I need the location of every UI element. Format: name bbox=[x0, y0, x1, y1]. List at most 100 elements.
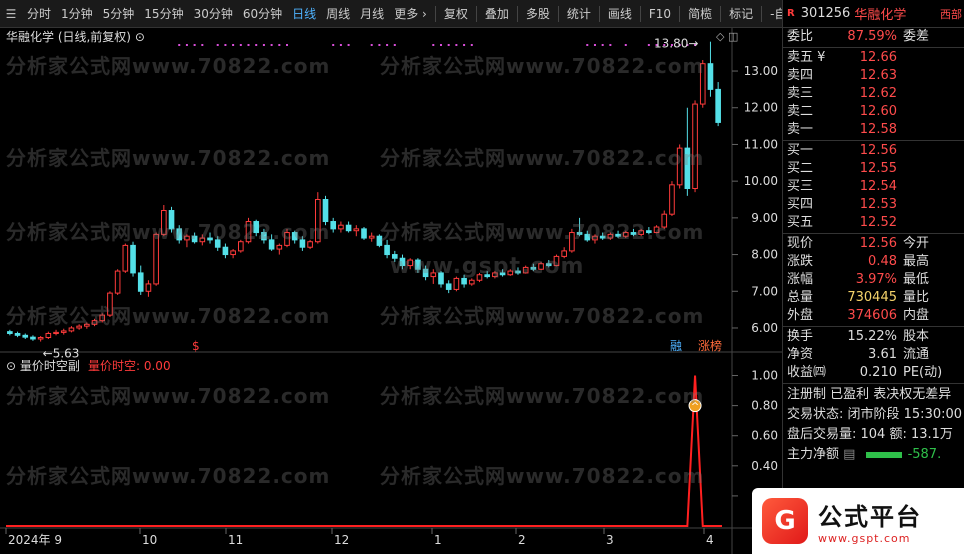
period-button[interactable]: 1分钟 bbox=[56, 0, 98, 28]
signal-dot bbox=[224, 44, 227, 46]
watermark: 分析家公式网www.70822.com bbox=[6, 384, 331, 408]
period-button[interactable]: 15分钟 bbox=[139, 0, 188, 28]
quote-label: 外盘 bbox=[787, 308, 814, 323]
quote-label-2: 最低 bbox=[903, 272, 930, 287]
quote-label-2: 最高 bbox=[903, 254, 930, 269]
brand-logo: G 公式平台 www.gspt.com bbox=[752, 488, 964, 554]
period-button[interactable]: 月线 bbox=[355, 0, 389, 28]
quote-label-2: 股本 bbox=[903, 329, 930, 344]
y-tick-label: 10.00 bbox=[744, 174, 778, 188]
toolbar-divider bbox=[761, 5, 763, 22]
period-button[interactable]: 5分钟 bbox=[98, 0, 140, 28]
quote-panel: R 301256 华融化学 西部 委比 87.59% 委差 卖五 ¥ 12.66 卖四 12… bbox=[782, 0, 964, 554]
signal-dot bbox=[378, 44, 381, 46]
quote-value: 12.54 bbox=[859, 179, 897, 194]
candle-body bbox=[60, 330, 67, 333]
menu-icon[interactable]: ☰ bbox=[0, 0, 22, 28]
period-button[interactable]: 分时 bbox=[22, 0, 56, 28]
quote-divider bbox=[783, 233, 964, 234]
signal-dot bbox=[386, 44, 389, 46]
quote-value: 12.55 bbox=[859, 161, 897, 176]
quote-value: 0.48 bbox=[868, 254, 897, 269]
multi-stock-button[interactable]: 多股 bbox=[521, 0, 555, 28]
x-tick-label: 10 bbox=[142, 533, 157, 547]
list-icon[interactable]: ▤ bbox=[839, 447, 860, 462]
mark-button[interactable]: 标记 bbox=[724, 0, 758, 28]
signal-dot bbox=[470, 44, 473, 46]
watermark: 分析家公式网www.70822.com bbox=[380, 220, 705, 244]
period-button[interactable]: 周线 bbox=[321, 0, 355, 28]
brief-button[interactable]: 简榄 bbox=[683, 0, 717, 28]
signal-dot bbox=[239, 44, 242, 46]
tag-financing: 融 bbox=[670, 339, 682, 353]
x-tick-label: 3 bbox=[606, 533, 614, 547]
quote-label: 净资 bbox=[787, 347, 814, 362]
f10-button[interactable]: F10 bbox=[644, 0, 676, 28]
quote-divider bbox=[783, 140, 964, 141]
period-button[interactable]: 60分钟 bbox=[238, 0, 287, 28]
watermark: 分析家公式网www.70822.com bbox=[380, 304, 705, 328]
quote-row: 总量 730445 量比 bbox=[783, 289, 964, 307]
signal-dot bbox=[432, 44, 435, 46]
quote-value: 12.66 bbox=[859, 50, 897, 65]
signal-dot bbox=[439, 44, 442, 46]
quote-header: R 301256 华融化学 西部 bbox=[783, 0, 964, 28]
quote-label-2: 量比 bbox=[903, 290, 930, 305]
signal-dot bbox=[339, 44, 342, 46]
watermark: 分析家公式网www.70822.com bbox=[6, 304, 331, 328]
sub-y-tick-label: 1.00 bbox=[751, 369, 778, 383]
quote-row: 买五 12.52 bbox=[783, 214, 964, 232]
quote-row: 现价 12.56 今开 bbox=[783, 235, 964, 253]
signal-dot bbox=[447, 44, 450, 46]
quote-value: 87.59% bbox=[847, 29, 897, 44]
signal-dot bbox=[270, 44, 273, 46]
signal-dot bbox=[278, 44, 281, 46]
y-tick-label: 11.00 bbox=[744, 137, 778, 151]
watermark: 分析家公式网www.70822.com bbox=[380, 464, 705, 488]
quote-value: 374606 bbox=[847, 308, 897, 323]
x-tick-label: 4 bbox=[706, 533, 714, 547]
quote-label: 卖四 bbox=[787, 68, 814, 83]
candle-body bbox=[330, 221, 337, 230]
quote-row: 买三 12.54 bbox=[783, 178, 964, 196]
adjust-button[interactable]: 复权 bbox=[439, 0, 473, 28]
x-tick-label: 2024年 9 bbox=[8, 533, 62, 547]
candle-body bbox=[145, 283, 152, 292]
signal-dot bbox=[193, 44, 196, 46]
signal-dot bbox=[255, 44, 258, 46]
quote-label: 涨幅 bbox=[787, 272, 814, 287]
candle-body bbox=[30, 336, 36, 340]
brand-logo-icon: G bbox=[762, 498, 808, 544]
quote-row: 涨幅 3.97% 最低 bbox=[783, 271, 964, 289]
statistics-button[interactable]: 统计 bbox=[562, 0, 596, 28]
more-periods-button[interactable]: 更多 › bbox=[389, 0, 432, 28]
draw-line-button[interactable]: 画线 bbox=[603, 0, 637, 28]
signal-dot bbox=[232, 44, 235, 46]
y-tick-label: 8.00 bbox=[751, 248, 778, 262]
quote-label-2: 今开 bbox=[903, 236, 930, 251]
quote-label: 卖三 bbox=[787, 86, 814, 101]
sub-y-tick-label: 0.40 bbox=[751, 459, 778, 473]
window-icon: ◇ ◫ bbox=[716, 30, 738, 43]
candle-body bbox=[7, 331, 13, 334]
quote-label: 买二 bbox=[787, 161, 814, 176]
quote-row: 卖二 12.60 bbox=[783, 103, 964, 121]
quote-row: 买二 12.55 bbox=[783, 160, 964, 178]
app-window: ☰ 分时 1分钟 5分钟 15分钟 30分钟 60分钟 日线 周线 月线 更多 … bbox=[0, 0, 964, 554]
info-line: 注册制 已盈利 表决权无差异 bbox=[783, 385, 964, 405]
collapse-icon[interactable]: ⊙ bbox=[135, 30, 145, 44]
candle-body bbox=[445, 283, 452, 290]
signal-dot bbox=[463, 44, 466, 46]
watermark: 分析家公式网www.70822.com bbox=[6, 464, 331, 488]
candle-body bbox=[361, 228, 367, 239]
period-button-daily[interactable]: 日线 bbox=[287, 0, 321, 28]
signal-dot bbox=[247, 44, 250, 46]
quote-divider bbox=[783, 47, 964, 48]
signal-dot bbox=[286, 44, 289, 46]
quote-value: 12.60 bbox=[859, 104, 897, 119]
collapse-icon[interactable]: ⊙ bbox=[6, 359, 16, 373]
quote-value: 12.56 bbox=[859, 236, 897, 251]
period-button[interactable]: 30分钟 bbox=[189, 0, 238, 28]
overlay-button[interactable]: 叠加 bbox=[480, 0, 514, 28]
kline-chart-area[interactable]: 6.007.008.009.0010.0011.0012.0013.000.20… bbox=[0, 28, 782, 554]
